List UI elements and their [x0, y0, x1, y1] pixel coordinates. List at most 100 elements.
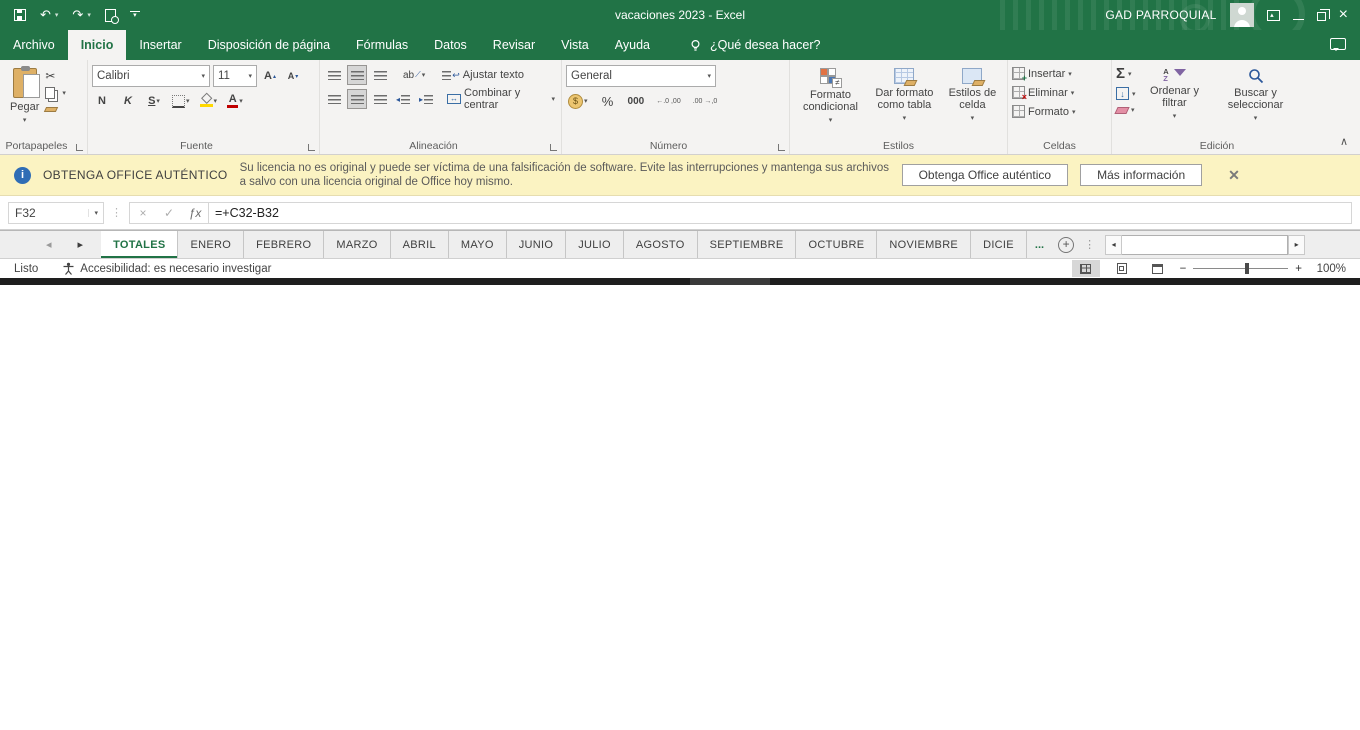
sheet-tab-septiembre[interactable]: SEPTIEMBRE [698, 231, 797, 258]
ribbon-tab-ayuda[interactable]: Ayuda [602, 30, 663, 60]
close-button[interactable]: × [1339, 7, 1348, 23]
accounting-format-button[interactable]: $▾ [566, 91, 590, 111]
zoom-slider[interactable] [1193, 268, 1288, 269]
align-right-button[interactable] [370, 89, 390, 109]
zoom-level[interactable]: 100% [1310, 263, 1346, 275]
align-middle-button[interactable] [347, 65, 367, 85]
clear-button[interactable]: ▾ [1116, 106, 1136, 114]
insert-cells-button[interactable]: Insertar▾ [1012, 67, 1075, 80]
ribbon-tab-f-rmulas[interactable]: Fórmulas [343, 30, 421, 60]
copy-button[interactable]: ▾ [45, 87, 66, 99]
ribbon-display-options-icon[interactable] [1267, 10, 1280, 21]
fill-color-button[interactable]: ▾ [198, 91, 220, 111]
ribbon-tab-vista[interactable]: Vista [548, 30, 602, 60]
warning-close-icon[interactable]: ✕ [1228, 167, 1240, 184]
shrink-font-button[interactable]: A▾ [283, 66, 303, 86]
format-painter-button[interactable] [45, 103, 66, 112]
ribbon-tab-archivo[interactable]: Archivo [0, 30, 68, 60]
avatar[interactable] [1230, 3, 1254, 27]
confirm-entry-icon[interactable]: ✓ [156, 206, 182, 220]
zoom-in-icon[interactable]: + [1295, 263, 1302, 275]
ribbon-tab-revisar[interactable]: Revisar [480, 30, 548, 60]
scroll-left-icon[interactable]: ◂ [1105, 235, 1122, 255]
collapse-ribbon-icon[interactable]: ∧ [1340, 135, 1348, 148]
tell-me-search[interactable]: ¿Qué desea hacer? [689, 30, 821, 60]
sheet-tab-noviembre[interactable]: NOVIEMBRE [877, 231, 971, 258]
undo-dropdown-icon[interactable]: ▾ [55, 11, 59, 19]
insert-function-icon[interactable]: ƒx [182, 206, 208, 220]
font-size-select[interactable]: 11▾ [213, 65, 257, 87]
sheet-tab-julio[interactable]: JULIO [566, 231, 624, 258]
orientation-button[interactable]: ab⟋▾ [401, 65, 427, 85]
increase-decimal-button[interactable]: ←.0 ,00 [654, 91, 683, 111]
name-box-dropdown-icon[interactable]: ▾ [88, 209, 103, 217]
redo-dropdown-icon[interactable]: ▾ [87, 11, 91, 19]
sort-filter-button[interactable]: AZ Ordenar y filtrar▾ [1136, 65, 1214, 138]
decrease-indent-button[interactable]: ◂ [393, 89, 413, 109]
cut-button[interactable]: ✂ [45, 69, 66, 83]
align-center-button[interactable] [347, 89, 367, 109]
decrease-decimal-button[interactable]: .00 →,0 [691, 91, 720, 111]
cancel-entry-icon[interactable]: × [130, 206, 156, 220]
underline-button[interactable]: S▾ [144, 91, 164, 111]
find-select-button[interactable]: Buscar y seleccionar▾ [1214, 65, 1298, 138]
restore-button[interactable] [1317, 12, 1326, 21]
more-info-button[interactable]: Más información [1080, 164, 1202, 186]
ribbon-tab-inicio[interactable]: Inicio [68, 30, 127, 60]
sheet-tab-dicie[interactable]: DICIE [971, 231, 1027, 258]
prev-sheet-icon[interactable]: ◂ [46, 238, 52, 251]
font-color-button[interactable]: A▾ [225, 91, 245, 111]
align-bottom-button[interactable] [370, 65, 390, 85]
save-icon[interactable] [14, 9, 26, 21]
zoom-out-icon[interactable]: − [1180, 263, 1187, 275]
formula-input[interactable]: =+C32-B32 [209, 202, 1352, 224]
conditional-formatting-button[interactable]: ≠ Formato condicional▾ [794, 65, 867, 138]
alignment-dialog-launcher-icon[interactable] [550, 144, 557, 151]
ribbon-tab-insertar[interactable]: Insertar [126, 30, 194, 60]
wrap-text-button[interactable]: ↩Ajustar texto [440, 65, 526, 85]
scroll-right-icon[interactable]: ▸ [1288, 235, 1305, 255]
clipboard-dialog-launcher-icon[interactable] [76, 144, 83, 151]
get-office-button[interactable]: Obtenga Office auténtico [902, 164, 1069, 186]
sheet-tab-abril[interactable]: ABRIL [391, 231, 449, 258]
number-dialog-launcher-icon[interactable] [778, 144, 785, 151]
name-box[interactable]: F32▾ [8, 202, 104, 224]
page-layout-view-button[interactable] [1108, 260, 1136, 277]
merge-center-button[interactable]: ↔Combinar y centrar▾ [445, 89, 557, 109]
sheet-tab-enero[interactable]: ENERO [178, 231, 244, 258]
delete-cells-button[interactable]: Eliminar▾ [1012, 86, 1075, 99]
font-dialog-launcher-icon[interactable] [308, 144, 315, 151]
borders-button[interactable]: ▾ [170, 91, 192, 111]
cell-styles-button[interactable]: Estilos de celda▾ [942, 65, 1003, 138]
italic-button[interactable]: K [118, 91, 138, 111]
format-as-table-button[interactable]: Dar formato como tabla▾ [867, 65, 942, 138]
sheet-tab-agosto[interactable]: AGOSTO [624, 231, 698, 258]
customize-qat-icon[interactable]: ▾ [130, 11, 140, 19]
zoom-slider-thumb[interactable] [1245, 263, 1249, 274]
account-name[interactable]: GAD PARROQUIAL [1105, 8, 1216, 22]
sheet-tab-junio[interactable]: JUNIO [507, 231, 567, 258]
sheet-tab-octubre[interactable]: OCTUBRE [796, 231, 877, 258]
accessibility-status[interactable]: Accesibilidad: es necesario investigar [62, 262, 271, 275]
align-top-button[interactable] [324, 65, 344, 85]
sheet-tab-mayo[interactable]: MAYO [449, 231, 507, 258]
increase-indent-button[interactable]: ▸ [416, 89, 436, 109]
font-family-select[interactable]: Calibri▾ [92, 65, 210, 87]
paste-button[interactable]: Pegar ▾ [4, 65, 45, 138]
grow-font-button[interactable]: A▴ [260, 66, 280, 86]
hidden-tabs-ellipsis[interactable]: ... [1027, 231, 1052, 258]
horizontal-scrollbar-thumb[interactable] [1122, 235, 1288, 255]
next-sheet-icon[interactable]: ▸ [78, 238, 84, 251]
print-preview-icon[interactable] [105, 9, 116, 22]
sheet-tab-marzo[interactable]: MARZO [324, 231, 390, 258]
format-cells-button[interactable]: Formato▾ [1012, 105, 1075, 118]
normal-view-button[interactable] [1072, 260, 1100, 277]
comment-icon[interactable] [1330, 38, 1346, 50]
comma-style-button[interactable]: 000 [626, 91, 647, 111]
page-break-view-button[interactable] [1144, 260, 1172, 277]
number-format-select[interactable]: General▾ [566, 65, 716, 87]
ribbon-tab-disposici-n-de-p-gina[interactable]: Disposición de página [195, 30, 343, 60]
bold-button[interactable]: N [92, 91, 112, 111]
fill-button[interactable]: ↓▾ [1116, 87, 1136, 100]
sheet-tab-febrero[interactable]: FEBRERO [244, 231, 324, 258]
